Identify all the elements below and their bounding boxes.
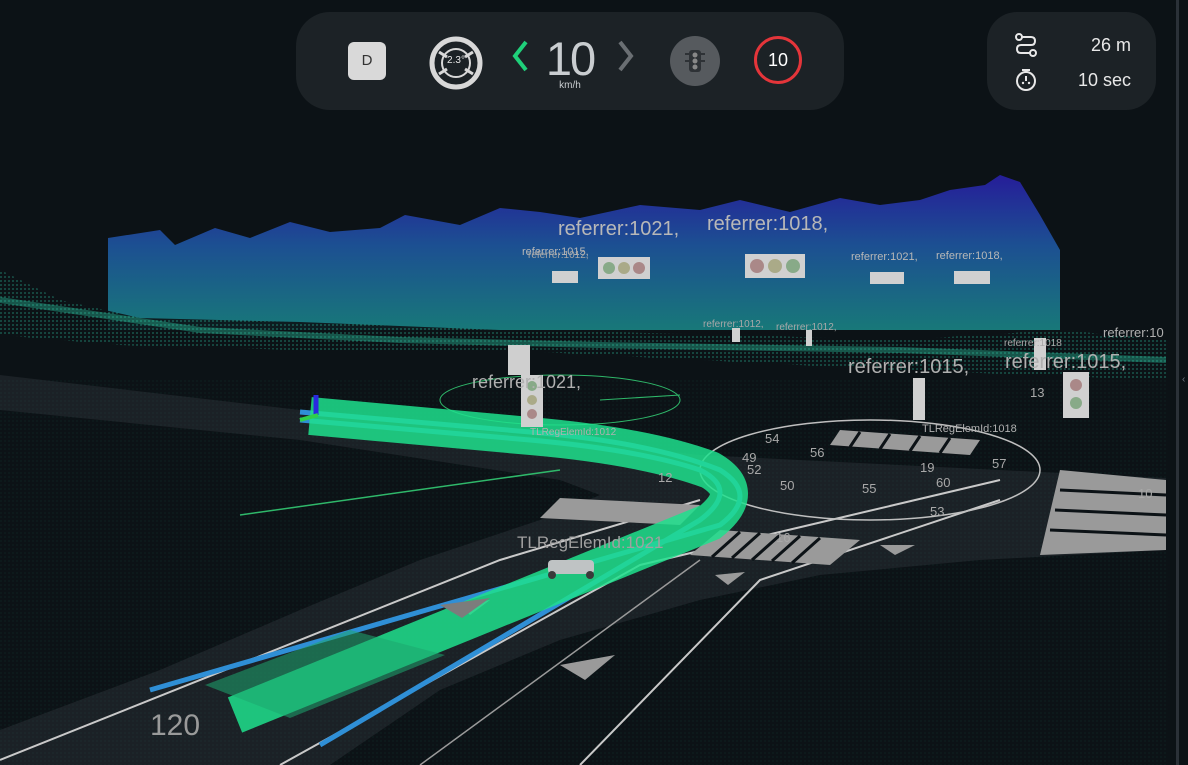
timer-icon (1016, 69, 1036, 91)
panel-collapse-handle[interactable]: ‹ (1182, 374, 1186, 388)
lane-number-12: 12 (658, 470, 672, 485)
label-ref-1018-a: referrer:1018, (707, 213, 828, 235)
gear-indicator: D (348, 42, 386, 80)
lane-number-2: 56 (810, 445, 824, 460)
label-tlreg-1021: TLRegElemId:1021 (517, 533, 663, 552)
lane-number-3: 52 (747, 462, 761, 477)
label-ref-1015-b: referrer:1015, (848, 356, 969, 378)
panel-divider[interactable] (1176, 0, 1179, 765)
label-ref-1012-a: referrer:1012, (528, 250, 589, 261)
chevron-left-icon (512, 40, 528, 72)
lane-number-7: 57 (992, 456, 1006, 471)
time-value: 10 sec (1077, 70, 1131, 90)
time-row: 10 sec (1013, 67, 1143, 93)
lane-number-4: 50 (780, 478, 794, 493)
lane-number-0: 54 (765, 431, 779, 446)
lane-number-9: 53 (930, 504, 944, 519)
chevron-right-icon (618, 40, 634, 72)
label-tlreg-1018: TLRegElemId:1018 (922, 423, 1017, 435)
label-ref-1012-c: referrer:1012, (776, 322, 837, 333)
label-ref-1015-c: referrer:1015, (1005, 351, 1126, 373)
label-tlreg-1012: TLRegElemId:1012 (530, 427, 617, 438)
label-ref-1021-c: referrer:1021, (472, 372, 581, 392)
map-3d-view[interactable]: referrer:1021, referrer:1018, referrer:1… (0, 0, 1166, 765)
lane-number-11: 16 (776, 530, 790, 545)
lane-number-13: 10 (1138, 486, 1152, 501)
lane-number-6: 19 (920, 460, 934, 475)
driving-hud: D 2.3° 10 km/h 10 (296, 12, 844, 110)
traffic-light-icon (685, 50, 705, 72)
lane-number-8: 60 (936, 475, 950, 490)
distance-row: 26 m (1013, 32, 1143, 58)
speed-value: 10 (545, 32, 596, 85)
traffic-light-button[interactable] (670, 36, 720, 86)
label-ref-10: referrer:10 (1103, 325, 1164, 340)
speed-limit-sign: 10 (754, 36, 802, 84)
lane-number-10: 13 (1030, 385, 1044, 400)
route-info-panel: 26 m 10 sec (987, 12, 1156, 110)
label-ref-1018-c: referrer:1018 (1004, 338, 1062, 349)
distance-value: 26 m (1090, 35, 1131, 55)
label-lane-120: 120 (150, 709, 200, 742)
steering-angle: 2.3° (447, 55, 465, 66)
label-ref-1021-b: referrer:1021, (851, 251, 918, 263)
label-ref-1018-b: referrer:1018, (936, 250, 1003, 262)
lane-number-5: 55 (862, 481, 876, 496)
label-ref-1012-b: referrer:1012, (703, 319, 764, 330)
speed-unit: km/h (559, 80, 581, 91)
label-ref-1021-a: referrer:1021, (558, 218, 679, 240)
route-icon (1015, 33, 1037, 57)
